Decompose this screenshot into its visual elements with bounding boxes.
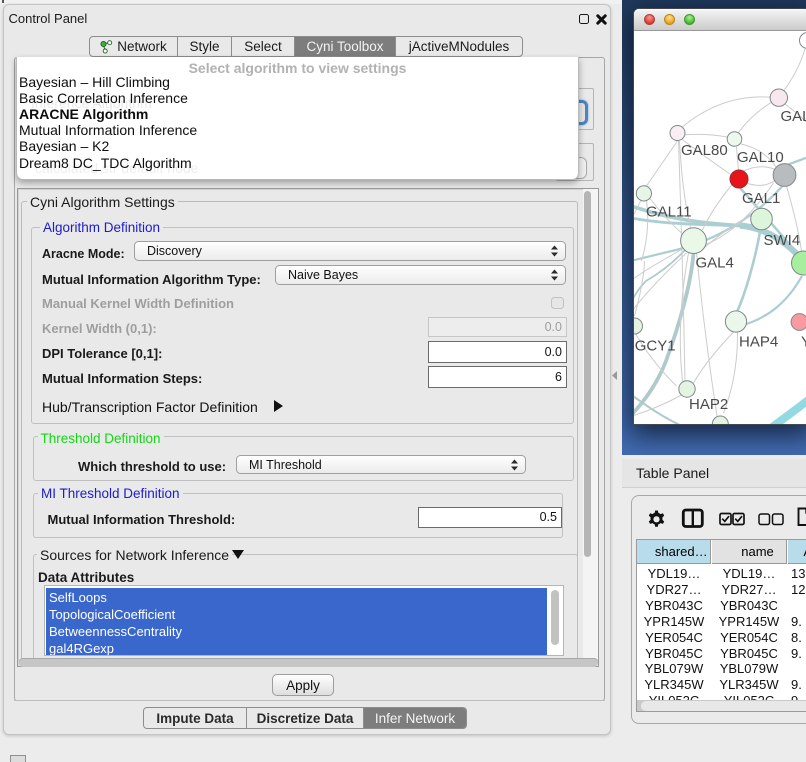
svg-text:GCY1: GCY1 [634, 337, 675, 354]
svg-text:GAL11: GAL11 [646, 204, 692, 221]
svg-text:HAP2: HAP2 [689, 396, 728, 413]
svg-text:GAL: GAL [780, 108, 806, 125]
svg-text:HAP4: HAP4 [739, 334, 778, 351]
svg-text:GAL80: GAL80 [681, 142, 728, 159]
svg-text:SWI4: SWI4 [763, 232, 800, 249]
svg-text:Y: Y [801, 334, 806, 351]
svg-text:GAL1: GAL1 [742, 190, 780, 207]
svg-text:GAL4: GAL4 [695, 255, 733, 272]
svg-text:GAL10: GAL10 [737, 149, 784, 166]
